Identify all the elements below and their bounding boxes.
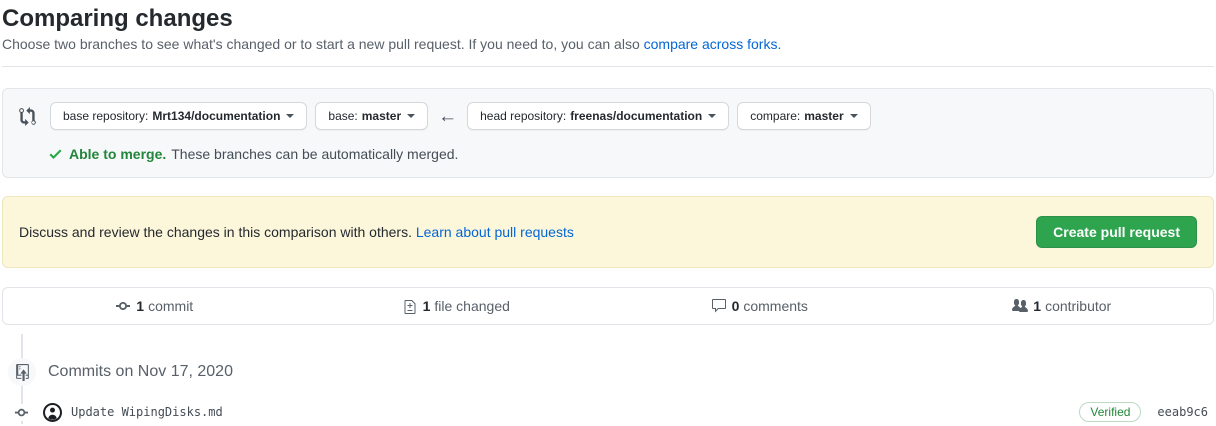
compare-page: Comparing changes Choose two branches to… — [0, 6, 1216, 424]
git-compare-icon — [19, 107, 36, 126]
diff-stats-bar: 1 commit 1 file changed 0 comments 1 con… — [2, 287, 1214, 325]
head-repository-value: freenas/documentation — [570, 107, 702, 125]
caret-down-icon — [708, 114, 716, 118]
caret-down-icon — [850, 114, 858, 118]
discussion-banner: Discuss and review the changes in this c… — [2, 196, 1214, 268]
stat-comments-count: 0 — [732, 298, 740, 314]
stat-contributors-count: 1 — [1033, 298, 1041, 314]
create-pull-request-button[interactable]: Create pull request — [1036, 216, 1197, 248]
stat-comments[interactable]: 0 comments — [608, 298, 911, 314]
header-divider — [2, 66, 1214, 67]
branch-range-panel: base repository: Mrt134/documentation ba… — [2, 88, 1214, 178]
head-repository-label: head repository: — [480, 107, 566, 125]
commits-date-label: Commits on Nov 17, 2020 — [48, 363, 233, 381]
stat-files-count: 1 — [423, 298, 431, 314]
base-branch-label: base: — [328, 107, 357, 125]
check-icon — [49, 146, 62, 162]
base-repository-select[interactable]: base repository: Mrt134/documentation — [50, 102, 307, 130]
commit-message-link[interactable]: Update WipingDisks.md — [71, 405, 223, 419]
stat-commits[interactable]: 1 commit — [3, 298, 306, 314]
commit-meta: Verified eeab9c6 — [1079, 402, 1208, 422]
banner-text: Discuss and review the changes in this c… — [19, 224, 574, 240]
base-branch-value: master — [362, 107, 401, 125]
compare-branch-value: master — [804, 107, 843, 125]
page-title: Comparing changes — [2, 6, 1214, 32]
author-avatar[interactable] — [43, 403, 62, 422]
banner-message: Discuss and review the changes in this c… — [19, 224, 412, 240]
page-subtitle: Choose two branches to see what's change… — [2, 35, 1214, 54]
stat-comments-label: comments — [743, 298, 808, 314]
stat-commits-label: commit — [148, 298, 193, 314]
arrow-left-icon: ← — [438, 107, 457, 126]
base-repository-label: base repository: — [63, 107, 148, 125]
people-icon — [1012, 298, 1028, 314]
learn-about-pull-requests-link[interactable]: Learn about pull requests — [416, 224, 574, 240]
stat-commits-count: 1 — [136, 298, 144, 314]
base-repository-value: Mrt134/documentation — [152, 107, 280, 125]
repo-push-icon — [8, 358, 36, 386]
merge-status-title: Able to merge. — [69, 146, 166, 162]
file-diff-icon — [404, 298, 418, 314]
stat-files-label: file changed — [434, 298, 510, 314]
merge-status: Able to merge. These branches can be aut… — [49, 146, 1197, 162]
head-repository-select[interactable]: head repository: freenas/documentation — [467, 102, 729, 130]
comment-icon — [711, 298, 727, 314]
compare-branch-label: compare: — [750, 107, 800, 125]
merge-status-description: These branches can be automatically merg… — [171, 146, 458, 162]
caret-down-icon — [286, 114, 294, 118]
caret-down-icon — [407, 114, 415, 118]
branch-range-toolbar: base repository: Mrt134/documentation ba… — [19, 102, 1197, 130]
commit-row: Update WipingDisks.md Verified eeab9c6 — [2, 402, 1208, 422]
commits-date-header: Commits on Nov 17, 2020 — [8, 358, 233, 386]
stat-contributors-label: contributor — [1045, 298, 1111, 314]
subtitle-text: Choose two branches to see what's change… — [2, 36, 640, 52]
compare-branch-select[interactable]: compare: master — [737, 102, 870, 130]
git-commit-icon — [115, 298, 131, 314]
commit-sha-link[interactable]: eeab9c6 — [1157, 405, 1208, 419]
stat-contributors[interactable]: 1 contributor — [911, 298, 1214, 314]
compare-across-forks-link[interactable]: compare across forks. — [644, 36, 782, 52]
git-commit-icon — [13, 404, 30, 421]
base-branch-select[interactable]: base: master — [315, 102, 428, 130]
stat-files-changed[interactable]: 1 file changed — [306, 298, 609, 314]
commits-timeline: Commits on Nov 17, 2020 Update WipingDis… — [2, 325, 1214, 424]
verified-badge[interactable]: Verified — [1079, 402, 1141, 422]
